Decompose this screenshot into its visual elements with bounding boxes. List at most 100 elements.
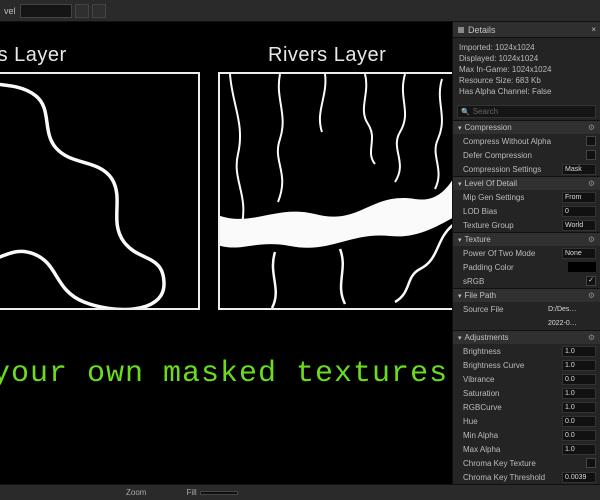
property-value[interactable]: 1.0 xyxy=(562,388,596,399)
zoom-label: Zoom xyxy=(126,488,146,497)
gear-icon[interactable]: ⚙ xyxy=(588,235,595,244)
property-name: Chroma Key Threshold xyxy=(463,473,562,482)
property-text: 2022-0… xyxy=(546,318,596,329)
layer2-title: Rivers Layer xyxy=(268,44,386,67)
property-name: Compress Without Alpha xyxy=(463,137,586,146)
property-row: RGBCurve1.0 xyxy=(453,400,600,414)
property-name: Source File xyxy=(463,305,546,314)
search-icon: 🔍 xyxy=(461,108,470,116)
property-name: Min Alpha xyxy=(463,431,562,440)
property-row: Source FileD:/Des… xyxy=(453,302,600,316)
property-value[interactable]: 0.0039 xyxy=(562,472,596,483)
property-value[interactable]: None xyxy=(562,248,596,259)
gear-icon[interactable]: ⚙ xyxy=(588,123,595,132)
property-name: Compression Settings xyxy=(463,165,562,174)
search-input[interactable]: 🔍 Search xyxy=(457,105,596,118)
property-row: Brightness Curve1.0 xyxy=(453,358,600,372)
section-title: Level Of Detail xyxy=(465,179,517,188)
expand-icon: ▾ xyxy=(458,292,462,300)
property-row: Power Of Two ModeNone xyxy=(453,246,600,260)
property-value[interactable]: 0.0 xyxy=(562,374,596,385)
headline-text: your own masked textures xyxy=(0,357,448,391)
property-row: Saturation1.0 xyxy=(453,386,600,400)
status-bar: Zoom Fill xyxy=(0,484,600,500)
property-name: Vibrance xyxy=(463,375,562,384)
gear-icon[interactable]: ⚙ xyxy=(588,333,595,342)
layer1-title: ds Layer xyxy=(0,44,67,67)
checkbox[interactable] xyxy=(586,136,596,146)
property-name: Saturation xyxy=(463,389,562,398)
property-name: Chroma Key Texture xyxy=(463,459,586,468)
property-name: Power Of Two Mode xyxy=(463,249,562,258)
level-dropdown[interactable] xyxy=(20,4,72,18)
checkbox[interactable] xyxy=(586,276,596,286)
property-value[interactable]: From xyxy=(562,192,596,203)
expand-icon: ▾ xyxy=(458,236,462,244)
color-swatch[interactable] xyxy=(568,262,596,272)
property-row: Hue0.0 xyxy=(453,414,600,428)
gear-icon[interactable]: ⚙ xyxy=(588,179,595,188)
section-title: Texture xyxy=(465,235,491,244)
toolbar-button-2[interactable] xyxy=(92,4,106,18)
expand-icon: ▾ xyxy=(458,124,462,132)
layer1-texture xyxy=(0,72,200,310)
details-icon xyxy=(457,26,465,34)
close-icon[interactable]: × xyxy=(591,25,596,34)
property-row: Compress Without Alpha xyxy=(453,134,600,148)
expand-icon: ▾ xyxy=(458,334,462,342)
property-value[interactable]: 1.0 xyxy=(562,444,596,455)
property-name: Max Alpha xyxy=(463,445,562,454)
property-row: Compression SettingsMask xyxy=(453,162,600,176)
section-header-compression[interactable]: ▾Compression ⚙ xyxy=(453,120,600,134)
property-row: Brightness1.0 xyxy=(453,344,600,358)
property-row: sRGB xyxy=(453,274,600,288)
property-row: Chroma Key Texture xyxy=(453,456,600,470)
property-text: D:/Des… xyxy=(546,304,596,315)
checkbox[interactable] xyxy=(586,150,596,160)
section-header-adjust[interactable]: ▾Adjustments ⚙ xyxy=(453,330,600,344)
section-header-texture[interactable]: ▾Texture ⚙ xyxy=(453,232,600,246)
property-value[interactable]: 0.0 xyxy=(562,416,596,427)
property-name: Hue xyxy=(463,417,562,426)
texture-info: Imported: 1024x1024 Displayed: 1024x1024… xyxy=(453,38,600,103)
toolbar-button-1[interactable] xyxy=(75,4,89,18)
property-row: Vibrance0.0 xyxy=(453,372,600,386)
property-value[interactable]: 1.0 xyxy=(562,360,596,371)
fill-slider[interactable] xyxy=(200,491,238,495)
section-title: File Path xyxy=(465,291,497,300)
property-name: LOD Bias xyxy=(463,207,562,216)
property-row: Min Alpha0.0 xyxy=(453,428,600,442)
section-title: Adjustments xyxy=(465,333,509,342)
property-row: Chroma Key Threshold0.0039 xyxy=(453,470,600,484)
property-name: Texture Group xyxy=(463,221,562,230)
property-row: Max Alpha1.0 xyxy=(453,442,600,456)
property-name: sRGB xyxy=(463,277,586,286)
property-value[interactable]: Mask xyxy=(562,164,596,175)
property-row: Texture GroupWorld xyxy=(453,218,600,232)
property-value[interactable]: World xyxy=(562,220,596,231)
property-value[interactable]: 0.0 xyxy=(562,430,596,441)
property-name: Defer Compression xyxy=(463,151,586,160)
property-value[interactable]: 1.0 xyxy=(562,402,596,413)
property-name: Brightness Curve xyxy=(463,361,562,370)
checkbox[interactable] xyxy=(586,458,596,468)
property-name: Padding Color xyxy=(463,263,568,272)
gear-icon[interactable]: ⚙ xyxy=(588,291,595,300)
toolbar-label: vel xyxy=(4,6,16,16)
fill-label: Fill xyxy=(186,488,196,497)
property-row: LOD Bias0 xyxy=(453,204,600,218)
property-value[interactable]: 0 xyxy=(562,206,596,217)
section-header-lod[interactable]: ▾Level Of Detail ⚙ xyxy=(453,176,600,190)
property-row: Mip Gen SettingsFrom xyxy=(453,190,600,204)
details-title: Details xyxy=(468,25,496,35)
property-name: Mip Gen Settings xyxy=(463,193,562,202)
property-name: Brightness xyxy=(463,347,562,356)
details-panel: Details × Imported: 1024x1024 Displayed:… xyxy=(452,22,600,484)
property-name: RGBCurve xyxy=(463,403,562,412)
property-value[interactable]: 1.0 xyxy=(562,346,596,357)
expand-icon: ▾ xyxy=(458,180,462,188)
texture-viewport[interactable]: ds Layer Rivers Layer your own masked te… xyxy=(0,22,452,484)
section-header-filepath[interactable]: ▾File Path ⚙ xyxy=(453,288,600,302)
property-row: 2022-0… xyxy=(453,316,600,330)
section-title: Compression xyxy=(465,123,512,132)
